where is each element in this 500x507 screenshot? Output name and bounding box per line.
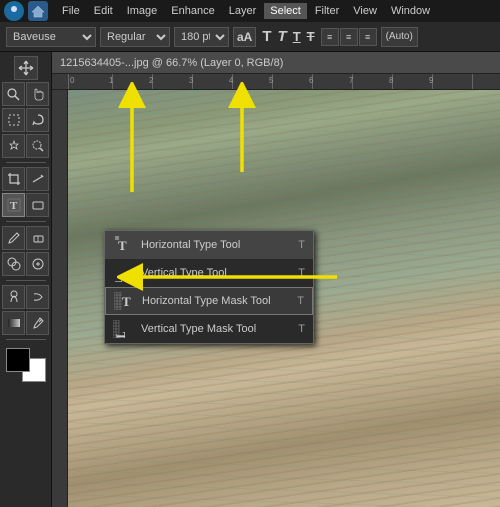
menu-edit[interactable]: Edit — [88, 3, 119, 19]
ruler-label-9: 9 — [429, 76, 433, 85]
ruler-label-6: 6 — [309, 76, 313, 85]
options-bar: Baveuse Regular 180 pt aA T T T T ≡ ≡ ≡ … — [0, 22, 500, 52]
select-pair — [2, 108, 49, 132]
app-logo — [4, 1, 24, 21]
move-tool[interactable] — [14, 56, 38, 80]
svg-text:T: T — [10, 200, 18, 212]
type-pair: T — [2, 193, 49, 217]
text-style-t4[interactable]: T — [305, 28, 317, 45]
sep3 — [6, 280, 46, 281]
ruler-v-label-7: 7 — [52, 380, 53, 384]
dropdown-item-horizontal-type[interactable]: T Horizontal Type Tool T — [105, 231, 313, 259]
dropdown-item-icon: T — [113, 235, 133, 255]
menu-window[interactable]: Window — [385, 3, 436, 19]
style-select[interactable]: Regular — [100, 27, 170, 47]
text-style-t3[interactable]: T — [291, 28, 303, 45]
shape-tool[interactable] — [26, 193, 49, 217]
menubar: File Edit Image Enhance Layer Select Fil… — [0, 0, 500, 22]
ruler-v-label-0: 0 — [52, 100, 53, 104]
ruler-label-8: 8 — [389, 76, 393, 85]
text-style-btns: T T T T — [260, 28, 316, 45]
quick-select-tool[interactable] — [26, 134, 49, 158]
menu-layer[interactable]: Layer — [223, 3, 263, 19]
dropdown-item-shortcut: T — [298, 323, 305, 335]
lasso-tool[interactable] — [26, 108, 49, 132]
align-center-btn[interactable]: ≡ — [340, 28, 358, 46]
paint-pair — [2, 226, 49, 250]
ruler-tick — [68, 74, 69, 89]
brush-tool[interactable] — [2, 226, 25, 250]
wand-pair — [2, 134, 49, 158]
sep2 — [6, 221, 46, 222]
dodge-tool[interactable] — [2, 285, 25, 309]
dodge-pair — [2, 285, 49, 309]
eraser-tool[interactable] — [26, 226, 49, 250]
ruler-tick — [472, 74, 473, 89]
ruler-vertical: 0 1 2 3 4 5 6 7 — [52, 90, 68, 507]
text-style-t1[interactable]: T — [260, 28, 273, 45]
gradient-pair — [2, 311, 49, 335]
zoom-tool[interactable] — [2, 82, 25, 106]
canvas-area: 1215634405-...jpg @ 66.7% (Layer 0, RGB/… — [52, 52, 500, 507]
gradient-tool[interactable] — [2, 311, 25, 335]
sep1 — [6, 162, 46, 163]
ruler-label-7: 7 — [349, 76, 353, 85]
arrow-font-indicator — [102, 82, 162, 202]
home-icon[interactable] — [28, 1, 48, 21]
toolbar: T — [0, 52, 52, 507]
crop-tool[interactable] — [2, 167, 25, 191]
main-area: T — [0, 52, 500, 507]
auto-leading: (Auto) — [381, 27, 418, 47]
size-select[interactable]: 180 pt — [174, 27, 229, 47]
align-right-btn[interactable]: ≡ — [359, 28, 377, 46]
dropdown-item-icon: T — [113, 319, 133, 339]
arrow-size-indicator — [212, 82, 272, 182]
canvas-title: 1215634405-...jpg @ 66.7% (Layer 0, RGB/… — [52, 52, 500, 74]
color-swatches[interactable] — [6, 348, 46, 382]
ruler-v-label-5: 5 — [52, 300, 53, 304]
zoom-hand-pair — [2, 82, 49, 106]
magic-wand-tool[interactable] — [2, 134, 25, 158]
ruler-v-label-6: 6 — [52, 340, 53, 344]
ruler-v-label-1: 1 — [52, 140, 53, 144]
marquee-tool[interactable] — [2, 108, 25, 132]
menu-view[interactable]: View — [347, 3, 383, 19]
svg-text:T: T — [114, 332, 129, 338]
menu-image[interactable]: Image — [121, 3, 164, 19]
smudge-tool[interactable] — [26, 285, 49, 309]
dropdown-item-label: Horizontal Type Tool — [141, 239, 290, 251]
align-left-btn[interactable]: ≡ — [321, 28, 339, 46]
hand-tool[interactable] — [26, 82, 49, 106]
menu-filter[interactable]: Filter — [309, 3, 345, 19]
anti-alias-btn[interactable]: aA — [233, 27, 256, 47]
dropdown-item-label: Vertical Type Mask Tool — [141, 323, 290, 335]
dropdown-item-shortcut: T — [298, 239, 305, 251]
ruler-v-label-4: 4 — [52, 260, 53, 264]
svg-text:T: T — [118, 238, 127, 253]
text-style-t2[interactable]: T — [276, 28, 289, 45]
foreground-color[interactable] — [6, 348, 30, 372]
clone-pair — [2, 252, 49, 276]
heal-tool[interactable] — [26, 252, 49, 276]
crop-pair — [2, 167, 49, 191]
eyedropper-tool[interactable] — [26, 311, 49, 335]
menu-file[interactable]: File — [56, 3, 86, 19]
ruler-label-3: 3 — [189, 76, 193, 85]
menu-select[interactable]: Select — [264, 3, 307, 19]
sep4 — [6, 339, 46, 340]
canvas-title-text: 1215634405-...jpg @ 66.7% (Layer 0, RGB/… — [60, 57, 283, 69]
menu-enhance[interactable]: Enhance — [165, 3, 220, 19]
ruler-label-0: 0 — [70, 76, 74, 85]
straighten-tool[interactable] — [26, 167, 49, 191]
clone-tool[interactable] — [2, 252, 25, 276]
type-tool[interactable]: T — [2, 193, 25, 217]
ruler-v-label-3: 3 — [52, 220, 53, 224]
arrow-mask-tool-indicator — [117, 257, 347, 297]
align-btns: ≡ ≡ ≡ — [321, 28, 377, 46]
font-select[interactable]: Baveuse — [6, 27, 96, 47]
app-icons — [4, 1, 48, 21]
dropdown-item-vertical-mask[interactable]: T Vertical Type Mask Tool T — [105, 315, 313, 343]
ruler-v-label-2: 2 — [52, 180, 53, 184]
